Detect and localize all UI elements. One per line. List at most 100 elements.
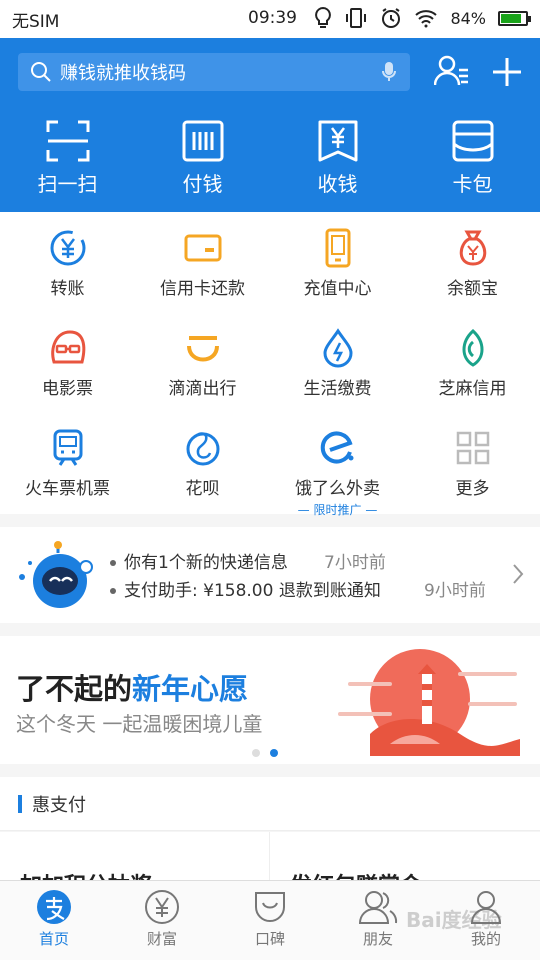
banner-title: 了不起的新年心愿 [16,666,248,708]
banner-subtitle: 这个冬天 一起温暖困境儿童 [16,712,263,736]
service-eleme[interactable]: 饿了么外卖 — 限时推广 — [270,412,405,517]
card-wallet-icon [452,120,493,162]
vibrate-icon [346,8,367,28]
more-grid-icon [456,431,489,465]
didi-icon [186,336,219,362]
service-didi[interactable]: 滴滴出行 [135,312,270,412]
scan-icon [46,120,89,162]
barcode-icon [182,120,223,162]
service-label: 转账 [50,279,85,299]
train-icon [53,429,82,466]
teaser-divider [269,832,270,882]
notice-text-1: 你有1个新的快递信息 [124,553,288,573]
notice-line-1: 你有1个新的快递信息 [110,548,288,573]
movie-glasses-icon [50,330,85,364]
service-row: 电影票 滴滴出行 生活缴费 芝麻信用 [0,312,540,412]
assistant-robot-icon [19,541,93,608]
promo-teasers: 加加积分抽奖 发红包赚赏金 [0,832,540,882]
service-credit-card[interactable]: 信用卡还款 [135,212,270,312]
eleme-icon [320,431,353,464]
battery-icon [498,10,531,26]
carrier-label: 无SIM [12,11,60,32]
receive-label: 收钱 [317,172,358,196]
microphone-icon[interactable] [382,61,396,83]
search-icon [31,62,51,82]
friends-icon [358,891,398,924]
scan-button[interactable]: 扫一扫 [0,120,135,197]
page-dot-active[interactable] [270,749,278,757]
promo-tag: — 限时推广 — [297,503,378,517]
tab-koubei[interactable]: 口碑 [216,881,324,960]
section-title: 惠支付 [32,795,86,816]
service-yuebao[interactable]: 余额宝 [405,212,540,312]
card-wallet-button[interactable]: 卡包 [405,120,540,197]
notice-text-2: 支付助手: ¥158.00 退款到账通知 [124,581,381,601]
service-label: 饿了么外卖 [295,479,380,499]
notice-time-2: 9小时前 [424,581,486,601]
yen-receive-icon [318,120,357,162]
tab-label: 朋友 [362,930,393,948]
receive-button[interactable]: 收钱 [270,120,405,197]
lightbulb-icon [315,6,332,28]
quick-actions: 扫一扫 付钱 收钱 卡包 [0,120,540,197]
service-train[interactable]: 火车票机票 [0,412,135,512]
service-grid: 转账 信用卡还款 充值中心 余额宝 电影票 滴滴出行 生活缴费 芝麻信用 火车票… [0,212,540,517]
alarm-icon [382,8,401,28]
battery-percent: 84% [450,8,486,28]
tab-home[interactable]: 首页 [0,881,108,960]
status-bar: 无SIM 09:39 84% [0,0,540,38]
wifi-icon [415,10,438,28]
transfer-icon [50,230,85,266]
service-label: 更多 [455,479,490,499]
tab-wealth[interactable]: 财富 [108,881,216,960]
service-label: 充值中心 [303,279,372,299]
koubei-icon [255,892,285,922]
banner-title-prefix: 了不起的 [16,672,133,706]
search-placeholder: 赚钱就推收钱码 [60,63,186,84]
service-more[interactable]: 更多 [405,412,540,512]
service-huabei[interactable]: 花呗 [135,412,270,512]
lighthouse-illustration [338,649,520,756]
service-row: 转账 信用卡还款 充值中心 余额宝 [0,212,540,312]
plus-icon[interactable] [490,55,524,89]
service-row: 火车票机票 花呗 饿了么外卖 — 限时推广 — 更多 [0,412,540,517]
tab-label: 首页 [38,930,69,948]
tab-label: 口碑 [254,930,285,948]
service-label: 信用卡还款 [160,279,245,299]
search-input[interactable]: 赚钱就推收钱码 [18,53,410,91]
utility-drop-icon [322,328,353,368]
notice-time-1: 7小时前 [324,553,386,573]
money-bag-icon [459,230,486,266]
service-transfer[interactable]: 转账 [0,212,135,312]
service-label: 芝麻信用 [438,379,507,399]
watermark: Bai度经验 [406,908,502,932]
section-accent-bar [18,795,22,813]
scan-label: 扫一扫 [37,172,98,196]
home-header: 赚钱就推收钱码 扫一扫 付钱 收钱 卡包 [0,38,540,212]
wealth-yen-icon [145,890,179,924]
service-movie[interactable]: 电影票 [0,312,135,412]
clock: 09:39 [248,8,297,28]
page-dot[interactable] [252,749,260,757]
credit-card-icon [184,234,221,262]
pay-button[interactable]: 付钱 [135,120,270,197]
service-label: 电影票 [42,379,93,399]
home-alipay-icon [37,890,71,924]
service-sesame[interactable]: 芝麻信用 [405,312,540,412]
service-recharge[interactable]: 充值中心 [270,212,405,312]
tab-label: 财富 [146,930,177,948]
notification-card[interactable]: 你有1个新的快递信息 7小时前 支付助手: ¥158.00 退款到账通知 9小时… [0,527,540,623]
card-wallet-label: 卡包 [452,172,493,196]
notice-line-2: 支付助手: ¥158.00 退款到账通知 [110,576,381,601]
contacts-icon[interactable] [434,55,470,87]
battery-fill [501,13,522,23]
chevron-right-icon [513,564,524,584]
section-header: 惠支付 [0,777,540,831]
banner-pagination[interactable] [252,749,278,757]
promo-banner[interactable]: 了不起的新年心愿 这个冬天 一起温暖困境儿童 [0,636,540,764]
phone-recharge-icon [325,228,350,268]
service-utility[interactable]: 生活缴费 [270,312,405,412]
status-icons: 84% [314,6,531,30]
service-label: 生活缴费 [303,379,372,399]
service-label: 滴滴出行 [168,379,237,399]
